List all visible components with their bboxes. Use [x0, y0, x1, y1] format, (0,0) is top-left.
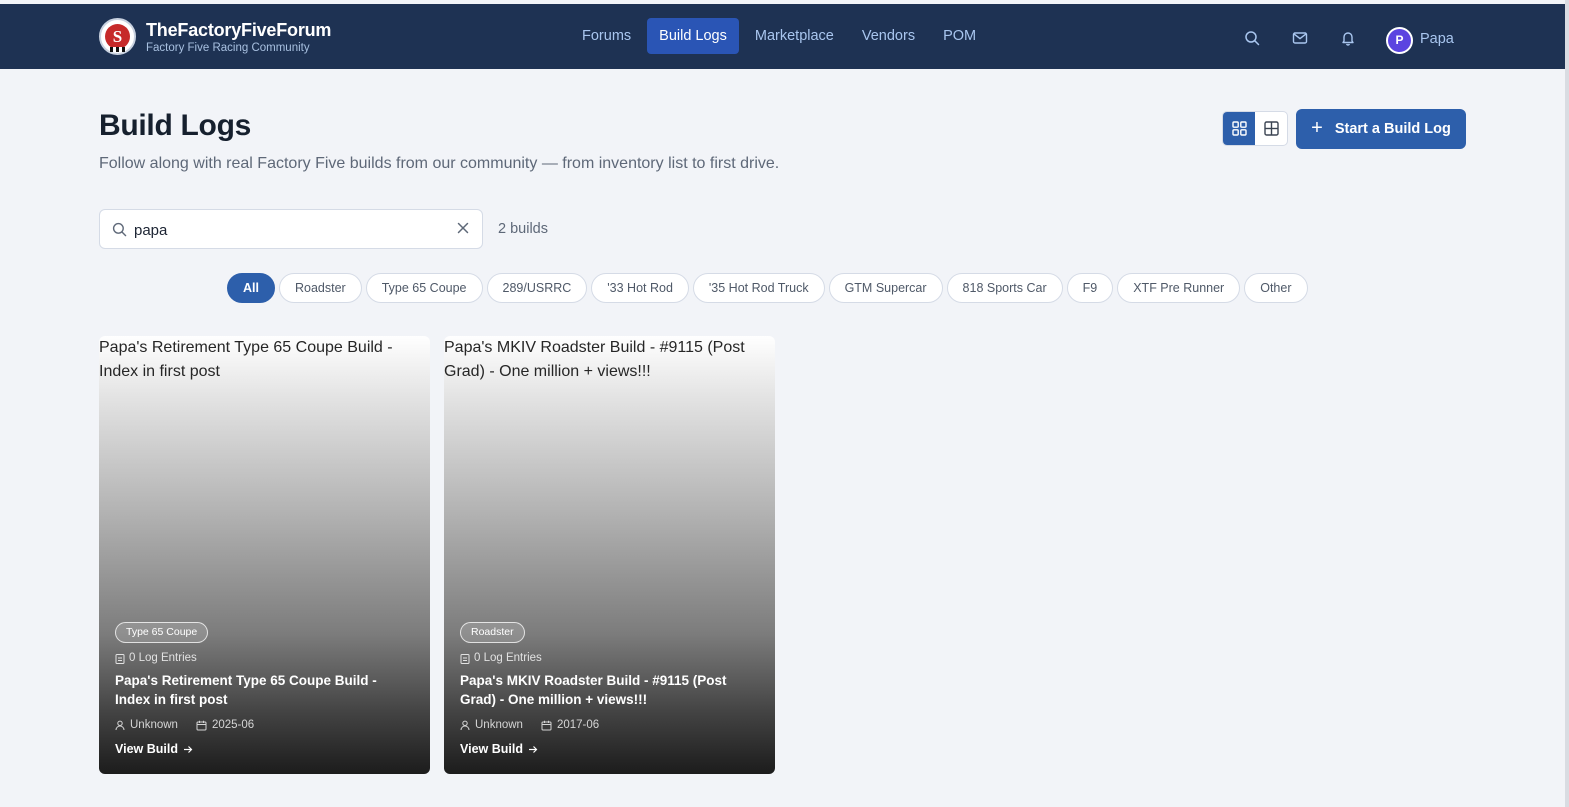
filter-289-usrrc[interactable]: 289/USRRC [486, 273, 588, 303]
search-icon[interactable] [1244, 30, 1260, 46]
view-build-label: View Build [115, 742, 178, 756]
build-card[interactable]: Papa's MKIV Roadster Build - #9115 (Post… [444, 336, 775, 774]
filter-roadster[interactable]: Roadster [278, 273, 362, 303]
table-view-button[interactable] [1255, 112, 1287, 145]
search-input[interactable] [134, 218, 444, 242]
filter-all[interactable]: All [227, 273, 275, 303]
view-build-link[interactable]: View Build [115, 742, 193, 756]
log-entries-count: 0 Log Entries [129, 652, 197, 664]
view-mode-toggle [1222, 111, 1288, 146]
broken-image-alt-text: Papa's Retirement Type 65 Coupe Build - … [99, 339, 393, 380]
plus-icon: + [1311, 117, 1323, 139]
page-scrollbar[interactable] [1565, 0, 1569, 807]
user-icon [115, 720, 125, 730]
filter-other[interactable]: Other [1244, 273, 1308, 303]
nav-build-logs[interactable]: Build Logs [647, 18, 739, 54]
grid-view-button[interactable] [1223, 112, 1255, 145]
log-entries: 0 Log Entries [115, 652, 197, 664]
brand-title[interactable]: TheFactoryFiveForum [146, 20, 331, 41]
filter-f9[interactable]: F9 [1066, 273, 1114, 303]
filter-xtf-pre-runner[interactable]: XTF Pre Runner [1117, 273, 1241, 303]
mail-icon[interactable] [1292, 30, 1308, 46]
grid-icon [1231, 121, 1247, 136]
build-author: Unknown [130, 719, 178, 731]
checkered-flag-icon [110, 47, 125, 52]
log-entries: 0 Log Entries [460, 652, 542, 664]
filter-818-sports-car[interactable]: 818 Sports Car [946, 273, 1063, 303]
search-box [99, 209, 483, 249]
build-meta: Unknown 2017-06 [460, 719, 599, 731]
view-build-label: View Build [460, 742, 523, 756]
logo-emblem: S [105, 24, 130, 49]
build-title[interactable]: Papa's MKIV Roadster Build - #9115 (Post… [460, 671, 760, 709]
start-build-log-label: Start a Build Log [1334, 121, 1451, 137]
view-build-link[interactable]: View Build [460, 742, 538, 756]
build-category-tag: Type 65 Coupe [115, 622, 209, 643]
build-author: Unknown [475, 719, 523, 731]
bell-icon[interactable] [1340, 30, 1356, 46]
search-icon [112, 222, 127, 237]
nav-marketplace[interactable]: Marketplace [741, 18, 848, 54]
build-card[interactable]: Papa's Retirement Type 65 Coupe Build - … [99, 336, 430, 774]
clipboard-icon [115, 653, 125, 664]
nav-forums[interactable]: Forums [568, 18, 645, 54]
filter-35-hot-rod-truck[interactable]: '35 Hot Rod Truck [692, 273, 825, 303]
build-date: 2025-06 [211, 719, 255, 731]
filter-33-hot-rod[interactable]: '33 Hot Rod [591, 273, 689, 303]
calendar-icon [196, 720, 207, 730]
broken-image-alt-text: Papa's MKIV Roadster Build - #9115 (Post… [444, 339, 745, 380]
build-date: 2017-06 [556, 719, 600, 731]
category-filters: All Roadster Type 65 Coupe 289/USRRC '33… [227, 273, 1308, 303]
build-count: 2 builds [498, 221, 548, 237]
start-build-log-button[interactable]: + Start a Build Log [1296, 109, 1466, 149]
brand-subtitle: Factory Five Racing Community [146, 42, 310, 54]
page-subtitle: Follow along with real Factory Five buil… [99, 155, 780, 172]
nav-pom[interactable]: POM [929, 18, 990, 54]
nav-vendors[interactable]: Vendors [848, 18, 929, 54]
build-category-tag: Roadster [460, 622, 525, 643]
arrow-right-icon [183, 745, 193, 753]
calendar-icon [541, 720, 552, 730]
build-meta: Unknown 2025-06 [115, 719, 254, 731]
close-icon[interactable] [456, 221, 470, 235]
user-avatar[interactable]: P [1386, 27, 1413, 54]
build-title[interactable]: Papa's Retirement Type 65 Coupe Build - … [115, 671, 415, 709]
log-entries-count: 0 Log Entries [474, 652, 542, 664]
site-logo[interactable]: S [99, 18, 136, 55]
arrow-right-icon [528, 745, 538, 753]
filter-type-65-coupe[interactable]: Type 65 Coupe [365, 273, 483, 303]
table-icon [1263, 121, 1279, 136]
filter-gtm-supercar[interactable]: GTM Supercar [828, 273, 943, 303]
page-title: Build Logs [99, 109, 251, 142]
main-nav: Forums Build Logs Marketplace Vendors PO… [568, 18, 990, 54]
clipboard-icon [460, 653, 470, 664]
user-name[interactable]: Papa [1420, 31, 1454, 47]
user-icon [460, 720, 470, 730]
top-navigation-bar: S TheFactoryFiveForum Factory Five Racin… [0, 4, 1565, 69]
